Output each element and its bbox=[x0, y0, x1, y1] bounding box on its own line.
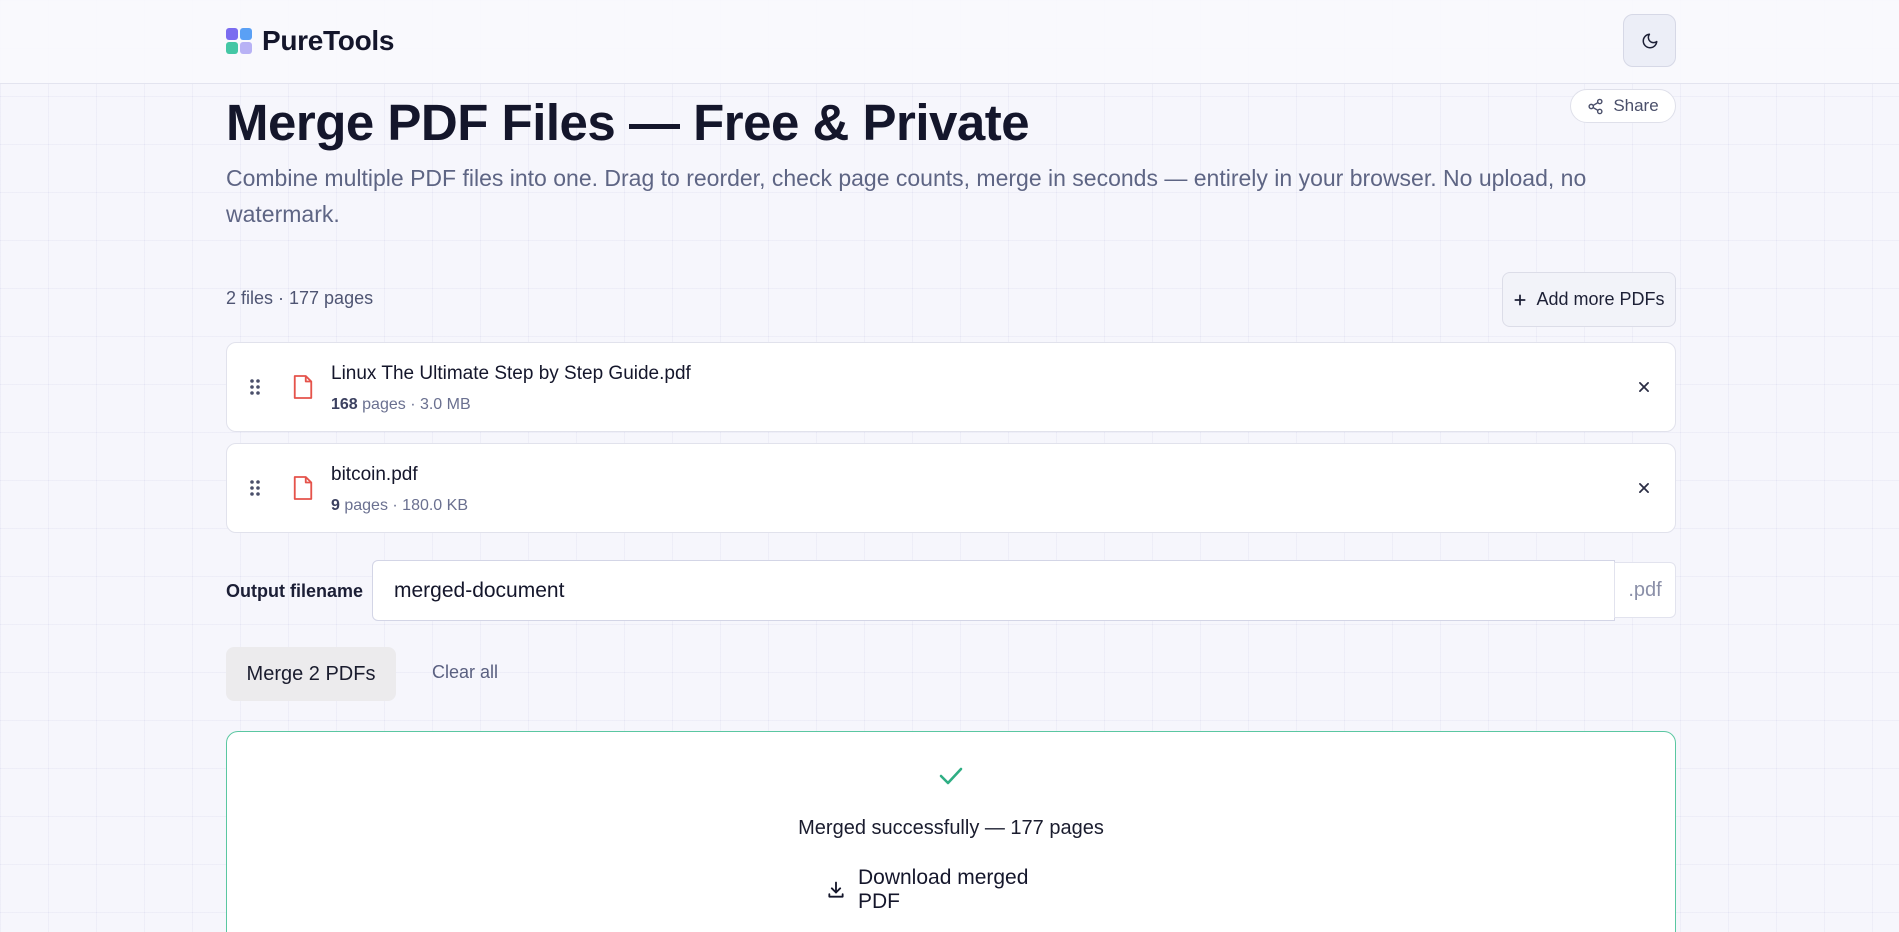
output-extension: .pdf bbox=[1614, 562, 1676, 618]
download-label: Download merged PDF bbox=[857, 866, 1029, 913]
theme-toggle-button[interactable] bbox=[1623, 14, 1676, 67]
page-title: Merge PDF Files — Free & Private bbox=[226, 94, 1030, 151]
brand-logo-icon bbox=[226, 28, 252, 54]
files-summary: 2 files · 177 pages bbox=[226, 288, 374, 308]
plus-icon bbox=[1514, 293, 1527, 306]
output-filename-input[interactable] bbox=[372, 560, 1615, 621]
download-merged-pdf-button[interactable]: Download merged PDF bbox=[826, 866, 1076, 913]
top-navigation-bar: PureTools bbox=[0, 0, 1899, 84]
file-size-info: pages · 3.0 MB bbox=[357, 396, 471, 413]
file-meta: 9 pages · 180.0 KB bbox=[331, 497, 468, 515]
page-subtitle: Combine multiple PDF files into one. Dra… bbox=[226, 165, 1587, 227]
moon-icon bbox=[1642, 33, 1657, 48]
drag-handle-icon[interactable] bbox=[249, 479, 261, 497]
merge-result-panel: Merged successfully — 177 pages Download… bbox=[226, 731, 1676, 932]
file-name: bitcoin.pdf bbox=[331, 464, 418, 485]
brand-name: PureTools bbox=[262, 25, 395, 56]
file-name: Linux The Ultimate Step by Step Guide.pd… bbox=[331, 363, 691, 384]
output-filename-label: Output filename bbox=[226, 581, 364, 601]
merge-pdfs-button[interactable]: Merge 2 PDFs bbox=[226, 647, 396, 701]
download-icon bbox=[828, 881, 844, 898]
add-more-pdfs-button[interactable]: Add more PDFs bbox=[1502, 272, 1676, 327]
file-meta: 168 pages · 3.0 MB bbox=[331, 396, 471, 414]
remove-file-button[interactable] bbox=[1632, 375, 1656, 399]
file-page-count: 168 bbox=[331, 396, 358, 413]
clear-all-button[interactable]: Clear all bbox=[432, 662, 498, 683]
drag-handle-icon[interactable] bbox=[249, 378, 261, 396]
file-list-item[interactable]: bitcoin.pdf 9 pages · 180.0 KB bbox=[226, 443, 1676, 533]
merge-success-message: Merged successfully — 177 pages bbox=[798, 817, 1104, 839]
file-size-info: pages · 180.0 KB bbox=[339, 497, 468, 514]
file-list-item[interactable]: Linux The Ultimate Step by Step Guide.pd… bbox=[226, 342, 1676, 432]
close-icon bbox=[1639, 483, 1649, 493]
pdf-file-icon bbox=[293, 375, 313, 399]
close-icon bbox=[1639, 382, 1649, 392]
pdf-file-icon bbox=[293, 476, 313, 500]
share-label: Share bbox=[1613, 96, 1659, 115]
file-page-count: 9 bbox=[331, 497, 340, 514]
share-icon bbox=[1588, 98, 1603, 114]
brand[interactable]: PureTools bbox=[226, 25, 395, 56]
remove-file-button[interactable] bbox=[1632, 476, 1656, 500]
add-more-label: Add more PDFs bbox=[1536, 289, 1665, 309]
check-icon bbox=[939, 767, 963, 785]
share-button[interactable]: Share bbox=[1570, 89, 1676, 123]
